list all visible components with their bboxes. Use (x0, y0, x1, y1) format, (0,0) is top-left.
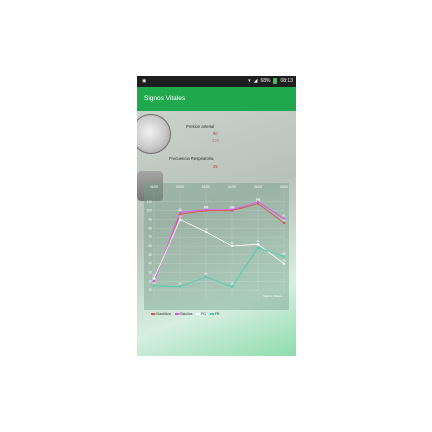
y-tick-label: 60 (148, 244, 152, 248)
data-point (204, 275, 208, 279)
legend-label: Sistolica (179, 312, 193, 316)
data-point (152, 284, 156, 287)
x-tick-label: 01/00 (228, 185, 236, 189)
wifi-icon: ▾ (248, 78, 251, 84)
pressure-label: Presion arterial (186, 124, 215, 129)
data-point (282, 255, 286, 258)
pressure-diastolic: 90 (213, 131, 218, 136)
clock: 08:13 (280, 78, 293, 84)
resp-label: Frecuencia Respiratoria (169, 156, 214, 161)
app-bar: Signos Vitales (137, 87, 296, 111)
data-label: 48 (282, 252, 286, 256)
y-tick-label: 40 (148, 262, 152, 266)
y-tick-label: 10 (148, 288, 152, 292)
data-label: 101 (204, 205, 209, 209)
data-point (282, 221, 286, 225)
data-label: 23 (152, 274, 156, 278)
data-label: 76 (204, 227, 208, 231)
data-point (152, 277, 156, 280)
y-tick-label: 80 (148, 226, 152, 230)
phone-screen: ◉ ▾ ◢ 68% 08:13 Signos Vitales Presion a… (137, 76, 296, 356)
data-label: 98 (178, 207, 182, 211)
data-label: 25 (204, 272, 208, 276)
data-label: 60 (230, 241, 234, 245)
data-point (178, 211, 182, 214)
data-label: 15 (152, 281, 156, 285)
data-point (230, 285, 234, 288)
app-title: Signos Vitales (144, 95, 186, 102)
data-label: 90 (178, 215, 182, 219)
data-point (230, 208, 234, 211)
legend-label: FC (201, 312, 206, 316)
status-bar: ◉ ▾ ◢ 68% 08:13 (137, 76, 296, 87)
battery-level: 68% (260, 78, 271, 84)
legend-label: Diastólica (156, 312, 171, 316)
data-label: 58 (256, 243, 260, 247)
status-right: ▾ ◢ 68% 08:13 (248, 78, 293, 84)
legend-swatch (209, 313, 214, 316)
data-point (204, 230, 208, 233)
data-label: 40 (282, 259, 286, 263)
data-point (282, 262, 286, 265)
y-tick-label: 70 (148, 235, 152, 239)
notification-icon: ◉ (142, 78, 147, 84)
data-point (178, 285, 182, 288)
x-tick-label: 01/00 (254, 185, 262, 189)
data-label: 91 (282, 214, 286, 218)
legend-item: Sistolica (174, 312, 193, 316)
y-tick-label: 100 (147, 209, 153, 213)
data-point (282, 217, 286, 220)
chart-legend: Diastólica Sistolica FC FR (151, 312, 219, 316)
y-tick-label: 90 (148, 218, 152, 222)
resp-value: 25 (213, 164, 218, 169)
y-tick-label: 50 (148, 253, 152, 257)
signal-icon: ◢ (253, 78, 258, 84)
data-label: 101 (230, 205, 235, 209)
data-label: 14 (178, 282, 182, 286)
legend-swatch (174, 313, 179, 316)
data-point (256, 200, 260, 203)
pressure-systolic: 118 (212, 138, 219, 143)
legend-item: FR (209, 312, 220, 316)
series-line (153, 247, 285, 288)
x-tick-label: 01/00 (202, 185, 210, 189)
x-tick-label: 01/00 (150, 185, 158, 189)
legend-item: FC (196, 312, 206, 316)
data-label: 14 (230, 282, 234, 286)
data-point (204, 208, 208, 211)
data-point (178, 218, 182, 221)
series-line (153, 203, 285, 282)
legend-swatch (151, 313, 155, 316)
series-line (153, 201, 285, 282)
battery-icon (273, 78, 278, 84)
data-point (230, 244, 234, 248)
x-tick-label: 01/00 (176, 185, 184, 189)
x-tick-label: 02/00 (280, 185, 288, 189)
data-point (256, 246, 260, 249)
legend-label: FR (214, 312, 220, 316)
y-tick-label: 110 (147, 200, 152, 204)
data-label: 110 (256, 197, 261, 201)
vitals-chart: 11010090807060504030201001/00 01/00 01/00 0… (144, 183, 289, 310)
legend-swatch (196, 313, 201, 316)
legend-item: Diastólica (151, 312, 171, 316)
chart-watermark: Signos Vitales (263, 294, 282, 298)
